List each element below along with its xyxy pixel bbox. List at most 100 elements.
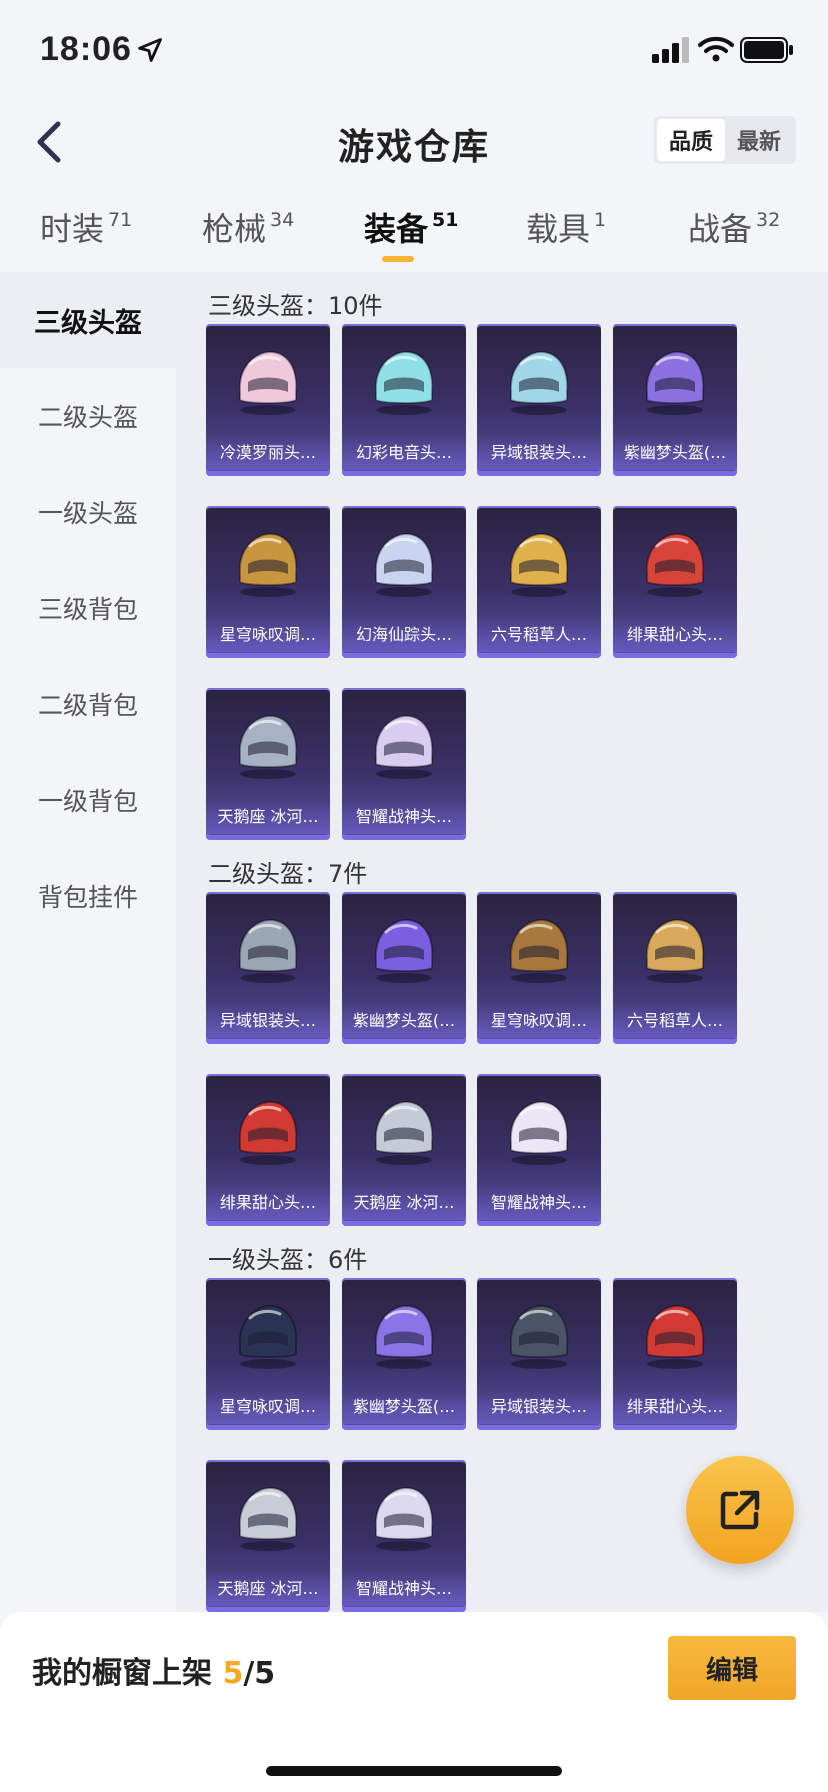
helmet-icon: [374, 1486, 434, 1551]
helmet-icon: [509, 532, 569, 597]
tab-equipment[interactable]: 装备 51: [364, 204, 458, 250]
sidebar-item-level1-helmet[interactable]: 一级头盔: [0, 464, 176, 560]
item-name: 幻彩电音头…: [342, 436, 466, 470]
helmet-icon: [238, 350, 298, 415]
item-card[interactable]: 星穹咏叹调…: [477, 892, 601, 1044]
item-card[interactable]: 智耀战神头…: [342, 1460, 466, 1612]
status-bar: 18:06: [0, 0, 828, 100]
helmet-icon: [645, 350, 705, 415]
item-card[interactable]: 六号稻草人…: [613, 892, 737, 1044]
item-card[interactable]: 幻海仙踪头…: [342, 506, 466, 658]
item-name: 紫幽梦头盔(…: [342, 1004, 466, 1038]
item-name: 天鹅座 冰河…: [206, 1572, 330, 1606]
section-title: 一级头盔：6件: [208, 1246, 368, 1274]
cellular-signal-icon: [652, 37, 689, 63]
helmet-icon: [238, 532, 298, 597]
tab-label: 战备: [688, 210, 753, 248]
item-card[interactable]: 智耀战神头…: [342, 688, 466, 840]
item-card[interactable]: 异域银装头…: [477, 324, 601, 476]
tab-count: 51: [432, 209, 459, 231]
sidebar-item-level2-helmet[interactable]: 二级头盔: [0, 368, 176, 464]
item-card[interactable]: 冷漠罗丽头…: [206, 324, 330, 476]
sidebar-item-backpack-charm[interactable]: 背包挂件: [0, 848, 176, 944]
item-card[interactable]: 紫幽梦头盔(…: [342, 1278, 466, 1430]
item-card[interactable]: 星穹咏叹调…: [206, 506, 330, 658]
status-time: 18:06: [40, 30, 132, 68]
helmet-icon: [645, 532, 705, 597]
tab-label: 时装: [40, 210, 105, 248]
item-card[interactable]: 绯果甜心头…: [206, 1074, 330, 1226]
sidebar-item-level2-backpack[interactable]: 二级背包: [0, 656, 176, 752]
sort-quality-option[interactable]: 品质: [657, 119, 725, 161]
helmet-icon: [238, 918, 298, 983]
helmet-icon: [238, 1100, 298, 1165]
item-name: 异域银装头…: [477, 1390, 601, 1424]
tab-label: 装备: [364, 210, 429, 248]
item-name: 紫幽梦头盔(…: [613, 436, 737, 470]
item-card[interactable]: 星穹咏叹调…: [206, 1278, 330, 1430]
home-indicator: [266, 1766, 562, 1776]
helmet-icon: [374, 350, 434, 415]
item-card[interactable]: 绯果甜心头…: [613, 506, 737, 658]
helmet-icon: [509, 918, 569, 983]
shelf-current-count: 5: [222, 1656, 244, 1691]
helmet-icon: [509, 350, 569, 415]
item-name: 星穹咏叹调…: [206, 1390, 330, 1424]
item-name: 冷漠罗丽头…: [206, 436, 330, 470]
sort-toggle: 品质 最新: [654, 116, 796, 164]
helmet-icon: [374, 532, 434, 597]
shelf-label: 我的橱窗上架: [32, 1656, 212, 1691]
item-name: 智耀战神头…: [477, 1186, 601, 1220]
tab-guns[interactable]: 枪械 34: [202, 204, 294, 250]
helmet-icon: [645, 1304, 705, 1369]
helmet-icon: [374, 1304, 434, 1369]
tab-label: 枪械: [202, 210, 267, 248]
sidebar: 三级头盔 二级头盔 一级头盔 三级背包 二级背包 一级背包 背包挂件: [0, 272, 176, 1612]
tab-count: 1: [594, 209, 607, 231]
sidebar-item-level1-backpack[interactable]: 一级背包: [0, 752, 176, 848]
share-button[interactable]: [686, 1456, 794, 1564]
tab-count: 32: [756, 209, 781, 231]
item-card[interactable]: 绯果甜心头…: [613, 1278, 737, 1430]
item-card[interactable]: 幻彩电音头…: [342, 324, 466, 476]
edit-button[interactable]: 编辑: [668, 1636, 796, 1700]
category-tabs: 时装 71 枪械 34 装备 51 载具 1 战备 32: [0, 190, 828, 270]
item-card[interactable]: 六号稻草人…: [477, 506, 601, 658]
item-name: 星穹咏叹调…: [477, 1004, 601, 1038]
battery-icon: [740, 37, 793, 63]
item-card[interactable]: 智耀战神头…: [477, 1074, 601, 1226]
helmet-icon: [238, 1304, 298, 1369]
item-name: 智耀战神头…: [342, 1572, 466, 1606]
item-grid: 三级头盔：10件冷漠罗丽头… 幻彩电音头… 异域银装头… 紫幽梦头盔(… 星穹咏叹调… 幻…: [176, 272, 828, 1612]
item-card[interactable]: 异域银装头…: [477, 1278, 601, 1430]
item-card[interactable]: 异域银装头…: [206, 892, 330, 1044]
item-name: 幻海仙踪头…: [342, 618, 466, 652]
item-card[interactable]: 天鹅座 冰河…: [342, 1074, 466, 1226]
item-name: 六号稻草人…: [477, 618, 601, 652]
item-name: 紫幽梦头盔(…: [342, 1390, 466, 1424]
item-name: 智耀战神头…: [342, 800, 466, 834]
item-name: 六号稻草人…: [613, 1004, 737, 1038]
helmet-icon: [238, 714, 298, 779]
item-card[interactable]: 天鹅座 冰河…: [206, 1460, 330, 1612]
item-name: 星穹咏叹调…: [206, 618, 330, 652]
shelf-status: 我的橱窗上架 5/5: [32, 1648, 275, 1692]
location-arrow-icon: [138, 38, 162, 62]
item-name: 天鹅座 冰河…: [342, 1186, 466, 1220]
page-header: 游戏仓库 品质 最新: [0, 100, 828, 180]
sidebar-item-level3-backpack[interactable]: 三级背包: [0, 560, 176, 656]
item-card[interactable]: 紫幽梦头盔(…: [613, 324, 737, 476]
tab-vehicles[interactable]: 载具 1: [526, 204, 606, 250]
item-card[interactable]: 天鹅座 冰河…: [206, 688, 330, 840]
item-card[interactable]: 紫幽梦头盔(…: [342, 892, 466, 1044]
sidebar-item-level3-helmet[interactable]: 三级头盔: [0, 272, 176, 368]
tab-supplies[interactable]: 战备 32: [688, 204, 780, 250]
tab-count: 71: [108, 209, 133, 231]
helmet-icon: [645, 918, 705, 983]
active-tab-indicator: [382, 256, 414, 262]
bottom-bar: 我的橱窗上架 5/5 编辑: [0, 1612, 828, 1792]
item-name: 天鹅座 冰河…: [206, 800, 330, 834]
tab-fashion[interactable]: 时装 71: [40, 204, 132, 250]
section-title: 三级头盔：10件: [208, 292, 383, 320]
sort-newest-option[interactable]: 最新: [725, 119, 793, 161]
